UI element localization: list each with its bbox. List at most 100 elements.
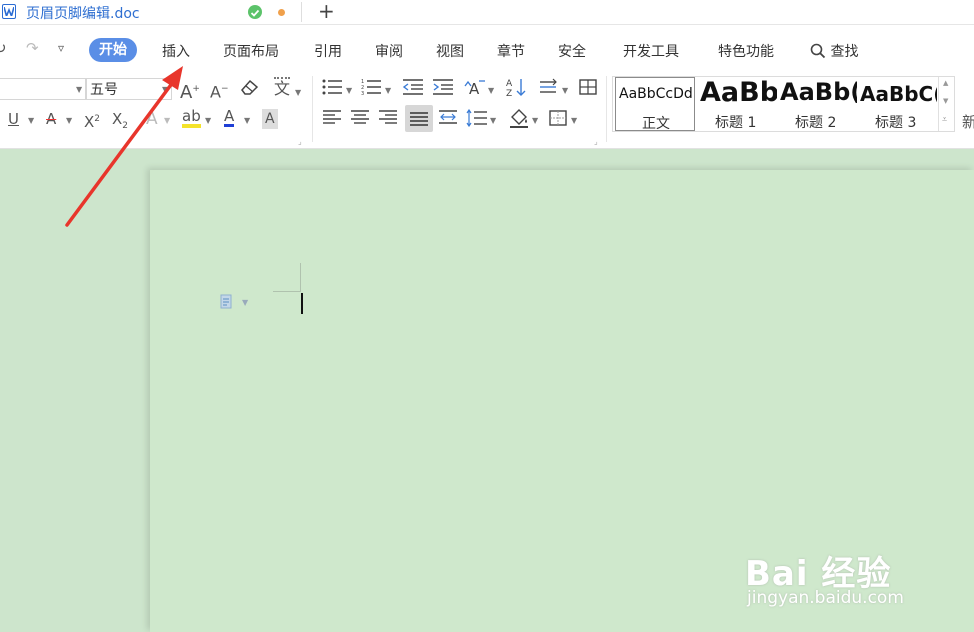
- swap-lines-icon: [540, 78, 557, 93]
- group-divider: [312, 76, 313, 142]
- margin-corner-mark: [273, 291, 301, 292]
- highlight-button[interactable]: ab: [182, 108, 201, 128]
- chevron-down-icon: ▼: [76, 85, 83, 94]
- line-spacing-button[interactable]: [466, 108, 488, 132]
- text-direction-button[interactable]: A: [464, 78, 486, 101]
- align-left-button[interactable]: [322, 109, 342, 130]
- table-grid-button[interactable]: [578, 78, 598, 101]
- bullet-list-icon: [322, 79, 342, 95]
- paint-bucket-icon: [510, 109, 528, 128]
- svg-text:Z: Z: [506, 89, 512, 97]
- align-center-icon: [351, 110, 369, 124]
- text-cursor: [301, 293, 303, 314]
- borders-button[interactable]: [548, 109, 568, 132]
- decrease-indent-button[interactable]: [402, 78, 424, 101]
- chevron-down-icon: ▼: [562, 86, 569, 95]
- table-icon: [579, 79, 597, 95]
- tab-section[interactable]: 章节: [497, 41, 525, 61]
- align-center-button[interactable]: [350, 109, 370, 130]
- tab-insert[interactable]: 插入: [162, 41, 190, 61]
- customize-quick-access-icon[interactable]: ▿: [58, 41, 64, 55]
- borders-icon: [549, 110, 567, 126]
- tab-home[interactable]: 开始: [89, 38, 137, 62]
- styles-scrollbar[interactable]: ▲ ▼ ⩡: [938, 77, 954, 131]
- tab-special-features[interactable]: 特色功能: [718, 41, 774, 61]
- chevron-down-icon: ▼: [205, 116, 212, 125]
- chevron-down-icon: ▼: [28, 116, 35, 125]
- sort-button[interactable]: AZ: [505, 77, 527, 102]
- tab-divider: [301, 2, 302, 22]
- baidu-jingyan-watermark: Bai 经验 jingyan.baidu.com: [745, 530, 945, 610]
- search-icon: [810, 43, 826, 59]
- underline-button[interactable]: U: [8, 109, 19, 129]
- font-size-select[interactable]: 五号: [86, 78, 172, 100]
- style-normal[interactable]: AaBbCcDd 正文: [615, 77, 695, 131]
- paragraph-layout-icon[interactable]: [220, 294, 234, 310]
- group-divider: [606, 76, 607, 142]
- chevron-down-icon: ▼: [295, 88, 302, 97]
- unsaved-dot-icon: [278, 9, 285, 16]
- tab-developer[interactable]: 开发工具: [623, 41, 679, 61]
- justify-icon: [410, 112, 428, 126]
- line-spacing-icon: [466, 108, 487, 128]
- tab-references[interactable]: 引用: [314, 41, 342, 61]
- tab-review[interactable]: 审阅: [375, 41, 403, 61]
- increase-indent-button[interactable]: [432, 78, 454, 101]
- style-heading-2[interactable]: AaBb( 标题 2: [777, 77, 857, 131]
- tab-security[interactable]: 安全: [558, 41, 586, 61]
- ribbon-menu-bar: ↻ ↷ ▿ 开始 插入 页面布局 引用 审阅 视图 章节 安全 开发工具 特色功…: [0, 25, 974, 72]
- superscript-button[interactable]: X2: [84, 109, 100, 132]
- chevron-down-icon: ▼: [346, 86, 353, 95]
- line-spacing-switch-button[interactable]: [538, 78, 560, 101]
- strikethrough-button[interactable]: A: [46, 109, 56, 129]
- chevron-down-icon: ▼: [385, 86, 392, 95]
- scroll-up-icon[interactable]: ▲: [943, 79, 948, 87]
- check-circle-icon: [248, 5, 262, 19]
- chevron-down-icon: ▼: [490, 116, 497, 125]
- numbered-list-button[interactable]: 123: [361, 78, 383, 101]
- style-heading-3[interactable]: AaBbC( 标题 3: [857, 77, 937, 131]
- home-toolbar: ▼ 五号 ▼ A+ A− 文 ▼ U ▼ A ▼ X2 X2 A ▼ ab ▼ …: [0, 72, 974, 149]
- chevron-down-icon: ▼: [571, 116, 578, 125]
- distributed-align-button[interactable]: [438, 109, 458, 130]
- tab-view[interactable]: 视图: [436, 41, 464, 61]
- watermark-url: jingyan.baidu.com: [747, 588, 904, 608]
- chevron-down-icon: ▼: [162, 85, 169, 94]
- word-doc-icon: [2, 4, 16, 19]
- new-style-button[interactable]: 新: [962, 112, 974, 132]
- align-left-icon: [323, 110, 341, 124]
- chevron-down-icon: ▼: [244, 116, 251, 125]
- numbered-list-icon: 123: [361, 79, 381, 97]
- chevron-down-icon[interactable]: ▼: [242, 298, 248, 307]
- indent-icon: [433, 79, 453, 95]
- font-color-button[interactable]: A: [224, 108, 235, 127]
- subscript-button[interactable]: X2: [112, 109, 128, 136]
- tab-page-layout[interactable]: 页面布局: [223, 41, 279, 61]
- search-label: 查找: [830, 44, 859, 60]
- bullet-list-button[interactable]: [322, 78, 344, 101]
- svg-text:3: 3: [361, 91, 364, 96]
- char-shading-button[interactable]: A: [262, 109, 278, 129]
- grow-font-button[interactable]: A+: [180, 79, 200, 103]
- clear-format-button[interactable]: [240, 78, 260, 101]
- redo-icon[interactable]: ↷: [26, 39, 39, 57]
- scroll-down-icon[interactable]: ▼: [943, 97, 948, 105]
- font-name-select[interactable]: [0, 78, 86, 100]
- outdent-icon: [402, 79, 423, 95]
- style-heading-1[interactable]: AaBb 标题 1: [697, 77, 777, 131]
- document-title: 页眉页脚编辑.doc: [26, 6, 140, 22]
- search-button[interactable]: 查找: [810, 41, 858, 61]
- justify-button[interactable]: [405, 105, 433, 132]
- eraser-icon: [241, 79, 259, 95]
- undo-icon[interactable]: ↻: [0, 39, 7, 57]
- chevron-down-icon: ▼: [164, 116, 171, 125]
- document-tab[interactable]: 页眉页脚编辑.doc: [0, 0, 300, 24]
- align-right-button[interactable]: [378, 109, 398, 130]
- expand-gallery-icon[interactable]: ⩡: [942, 115, 947, 125]
- text-effect-button[interactable]: A: [146, 109, 158, 129]
- pinyin-guide-button[interactable]: 文: [274, 77, 291, 99]
- shrink-font-button[interactable]: A−: [210, 79, 229, 102]
- chevron-down-icon: ▼: [488, 86, 495, 95]
- new-tab-button[interactable]: +: [318, 1, 335, 21]
- shading-button[interactable]: [508, 108, 530, 133]
